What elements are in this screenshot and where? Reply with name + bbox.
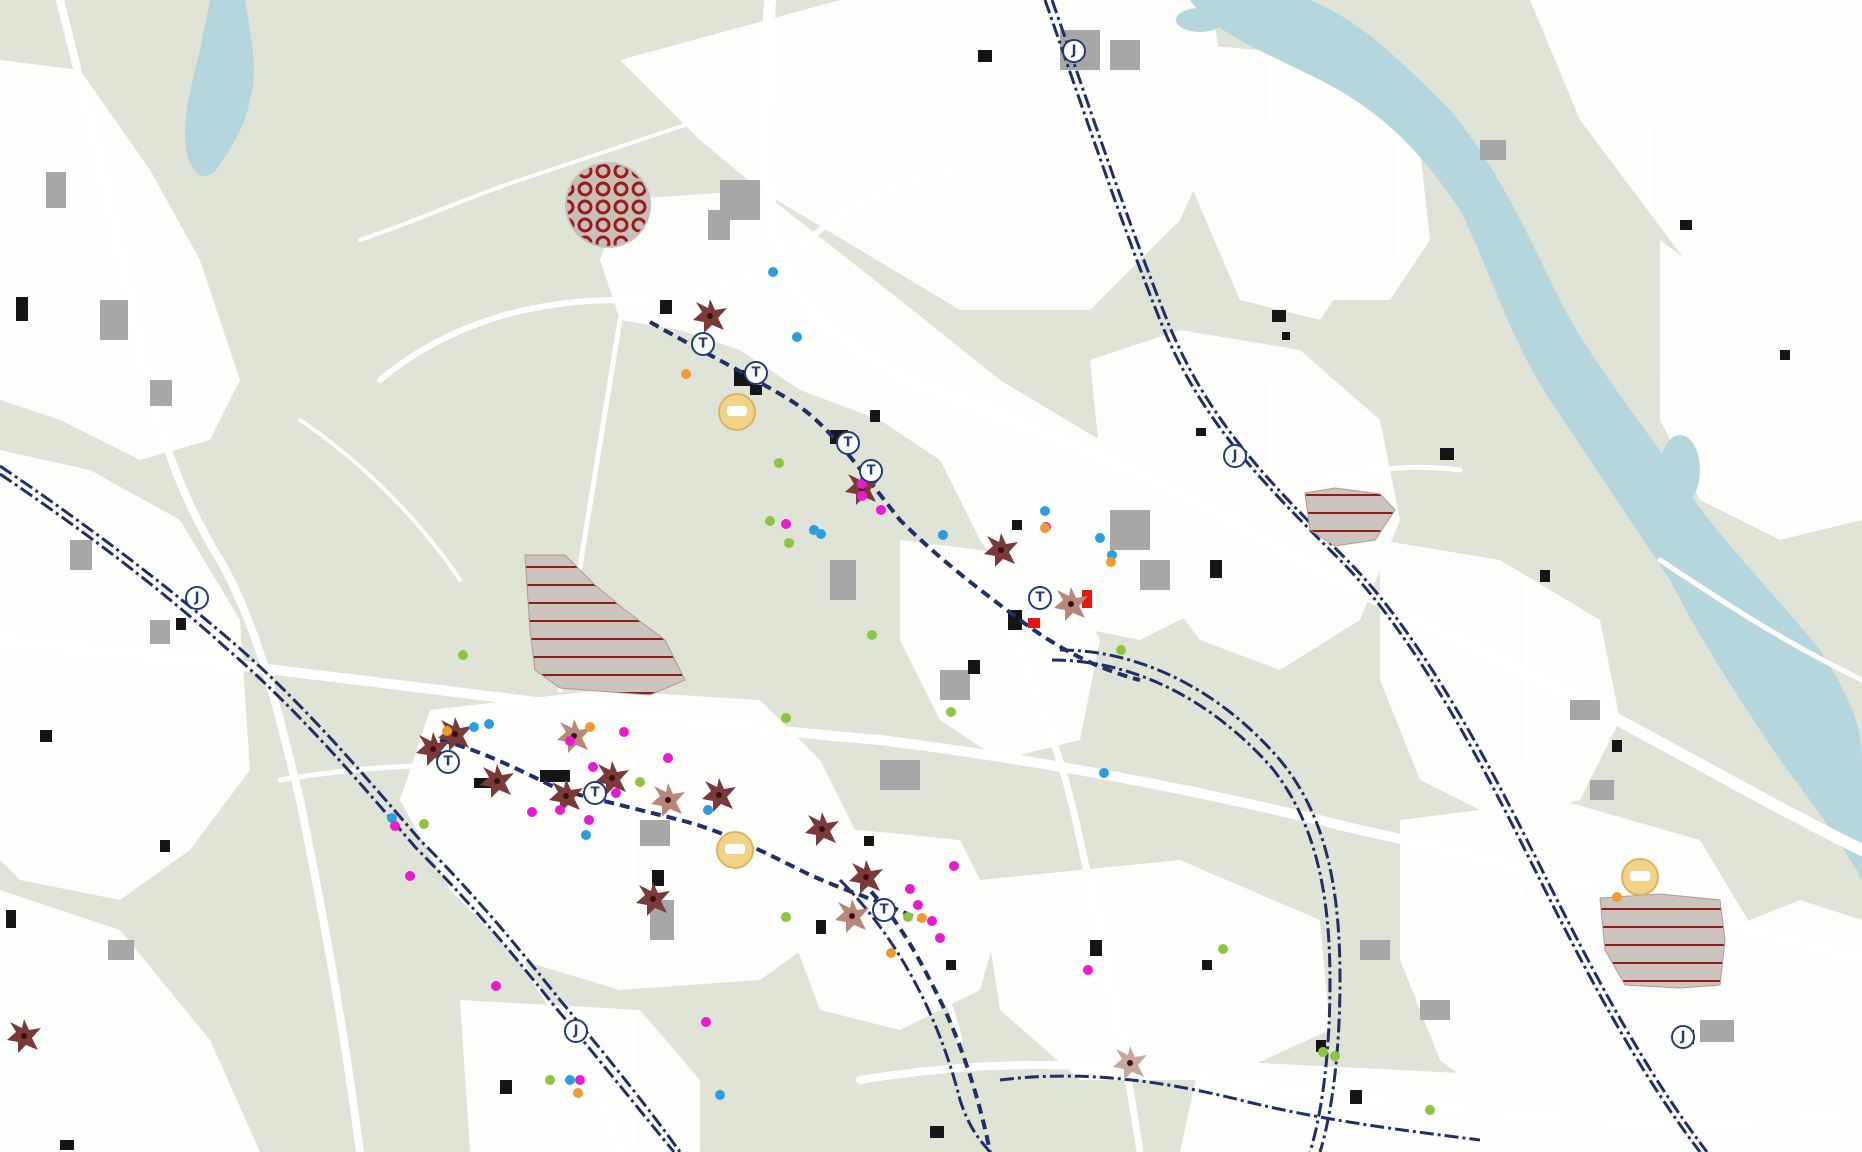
poi-dot[interactable] [585, 722, 595, 732]
poi-dot[interactable] [816, 529, 826, 539]
poi-dot[interactable] [784, 538, 794, 548]
metro-station-label: T [880, 903, 889, 918]
poi-dot[interactable] [701, 1017, 711, 1027]
metro-station-label: T [752, 366, 761, 381]
rail-station-label: J [194, 591, 200, 606]
poi-dot[interactable] [584, 815, 594, 825]
rail-station-icon[interactable]: J [1671, 1025, 1695, 1049]
metro-station-label: T [699, 337, 708, 352]
metro-station-label: T [867, 464, 876, 479]
poi-dot[interactable] [792, 332, 802, 342]
poi-dot[interactable] [857, 491, 867, 501]
metro-station-icon[interactable]: T [744, 361, 768, 385]
poi-dot[interactable] [442, 726, 452, 736]
poi-dot[interactable] [867, 630, 877, 640]
poi-dot[interactable] [905, 884, 915, 894]
poi-dot[interactable] [1095, 533, 1105, 543]
poi-dot[interactable] [1612, 892, 1622, 902]
metro-station-icon[interactable]: T [872, 898, 896, 922]
map-canvas[interactable]: T T T T T T T T J J J J J [0, 0, 1862, 1152]
poi-dot[interactable] [768, 267, 778, 277]
rail-station-icon[interactable]: J [185, 586, 209, 610]
poi-dot[interactable] [619, 727, 629, 737]
rail-station-icon[interactable]: J [1062, 39, 1086, 63]
poi-dot[interactable] [781, 912, 791, 922]
poi-dot[interactable] [715, 1090, 725, 1100]
poi-dot[interactable] [781, 519, 791, 529]
poi-dot[interactable] [1040, 506, 1050, 516]
poi-dot[interactable] [876, 505, 886, 515]
poi-dot[interactable] [927, 916, 937, 926]
metro-station-icon[interactable]: T [859, 459, 883, 483]
poi-dot[interactable] [635, 777, 645, 787]
poi-dot[interactable] [1106, 557, 1116, 567]
poi-dot[interactable] [390, 821, 400, 831]
poi-dot[interactable] [1040, 523, 1050, 533]
poi-dot[interactable] [949, 861, 959, 871]
poi-dot[interactable] [573, 1088, 583, 1098]
poi-dot[interactable] [781, 713, 791, 723]
vehicle-circle-icon[interactable] [718, 393, 756, 431]
metro-station-icon[interactable]: T [583, 781, 607, 805]
poi-dot[interactable] [527, 807, 537, 817]
poi-dot[interactable] [765, 516, 775, 526]
metro-station-icon[interactable]: T [836, 431, 860, 455]
poi-dot[interactable] [1330, 1051, 1340, 1061]
poi-dot[interactable] [903, 912, 913, 922]
metro-station-icon[interactable]: T [1028, 586, 1052, 610]
poi-dot[interactable] [581, 830, 591, 840]
poi-dot[interactable] [565, 1075, 575, 1085]
metro-station-label: T [591, 786, 600, 801]
poi-dot[interactable] [938, 530, 948, 540]
poi-dot[interactable] [484, 719, 494, 729]
poi-dot[interactable] [703, 805, 713, 815]
metro-station-icon[interactable]: T [691, 332, 715, 356]
poi-dot[interactable] [1218, 944, 1228, 954]
poi-dot[interactable] [611, 788, 621, 798]
poi-dot[interactable] [491, 981, 501, 991]
rail-station-label: J [1680, 1030, 1686, 1045]
metro-station-icon[interactable]: T [436, 750, 460, 774]
metro-station-label: T [444, 755, 453, 770]
red-pattern-circle-icon [565, 162, 651, 248]
metro-station-label: T [1036, 591, 1045, 606]
vehicle-circle-icon[interactable] [716, 831, 754, 869]
poi-dot[interactable] [469, 722, 479, 732]
poi-dot[interactable] [913, 900, 923, 910]
poi-dot[interactable] [545, 1075, 555, 1085]
rail-station-label: J [1232, 449, 1238, 464]
rail-station-label: J [573, 1024, 579, 1039]
poi-dot[interactable] [663, 753, 673, 763]
poi-dot[interactable] [1116, 645, 1126, 655]
poi-dot[interactable] [946, 707, 956, 717]
poi-dot[interactable] [1318, 1047, 1328, 1057]
poi-dot[interactable] [886, 948, 896, 958]
poi-dot[interactable] [458, 650, 468, 660]
vehicle-circle-icon[interactable] [1621, 858, 1659, 896]
map-view[interactable]: T T T T T T T T J J J J J [0, 0, 1862, 1152]
poi-dot[interactable] [917, 913, 927, 923]
poi-dot[interactable] [1083, 965, 1093, 975]
poi-dot[interactable] [935, 933, 945, 943]
rail-station-icon[interactable]: J [1223, 444, 1247, 468]
rail-station-label: J [1071, 44, 1077, 59]
poi-dot[interactable] [419, 819, 429, 829]
poi-dot[interactable] [555, 805, 565, 815]
poi-dot[interactable] [1425, 1105, 1435, 1115]
poi-dot[interactable] [1099, 768, 1109, 778]
metro-station-label: T [844, 436, 853, 451]
poi-dot[interactable] [405, 871, 415, 881]
poi-dot[interactable] [575, 1075, 585, 1085]
poi-dot[interactable] [588, 762, 598, 772]
poi-dot[interactable] [565, 736, 575, 746]
poi-dot[interactable] [774, 458, 784, 468]
rail-station-icon[interactable]: J [564, 1019, 588, 1043]
poi-dot[interactable] [681, 369, 691, 379]
